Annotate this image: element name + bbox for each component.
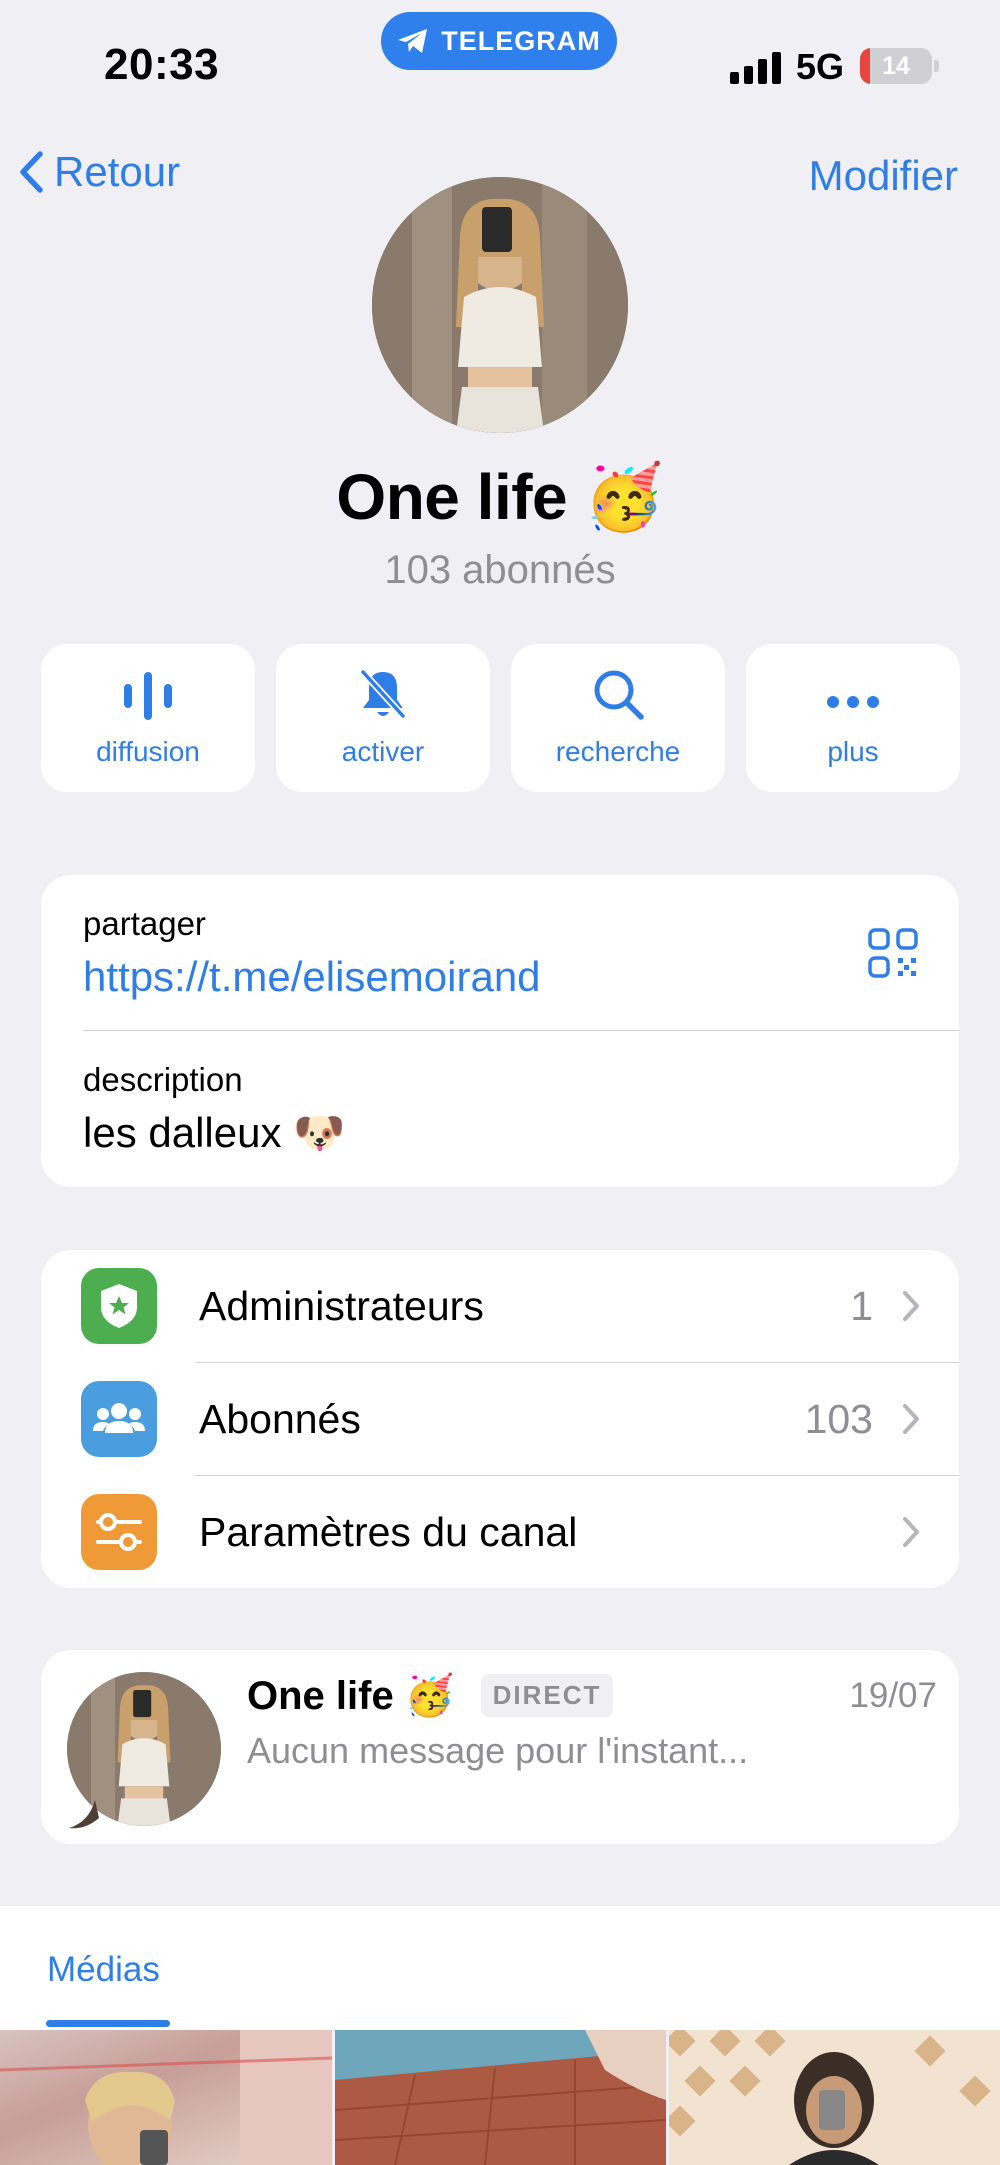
media-thumbnail[interactable] xyxy=(669,2030,1000,2165)
chat-title: One life 🥳 xyxy=(247,1674,455,1718)
more-button[interactable]: plus xyxy=(746,644,960,792)
chat-bubble-tail-icon xyxy=(69,1800,99,1829)
info-card: partager https://t.me/elisemoirand descr… xyxy=(41,875,959,1187)
status-time: 20:33 xyxy=(104,40,220,89)
chevron-right-icon xyxy=(903,1404,919,1434)
subscriber-count: 103 abonnés xyxy=(384,548,616,592)
admin-shield-icon xyxy=(81,1268,157,1344)
network-type: 5G xyxy=(796,46,845,87)
chevron-right-icon xyxy=(903,1291,919,1321)
direct-badge: DIRECT xyxy=(480,1674,614,1717)
sliders-icon xyxy=(81,1494,157,1570)
settings-row-subscribers[interactable]: Abonnés 103 xyxy=(41,1363,959,1475)
chat-preview: Aucun message pour l'instant... xyxy=(247,1730,749,1771)
settings-row-admins[interactable]: Administrateurs 1 xyxy=(41,1250,959,1362)
share-label: partager xyxy=(83,905,206,942)
settings-row-label: Paramètres du canal xyxy=(199,1508,578,1555)
unmute-button[interactable]: activer xyxy=(276,644,490,792)
battery-tip xyxy=(934,60,939,72)
battery-level: 14 xyxy=(882,51,910,80)
broadcast-icon xyxy=(124,672,172,720)
qr-code-button[interactable] xyxy=(867,927,919,984)
settings-row-value: 103 xyxy=(804,1395,873,1442)
settings-row-label: Administrateurs xyxy=(199,1282,484,1329)
channel-avatar[interactable] xyxy=(372,177,628,433)
signal-strength-icon xyxy=(730,50,782,84)
settings-row-channel-settings[interactable]: Paramètres du canal xyxy=(41,1476,959,1588)
chevron-right-icon xyxy=(903,1517,919,1547)
qr-code-icon xyxy=(868,928,918,978)
search-icon xyxy=(594,670,644,720)
broadcast-label: diffusion xyxy=(96,736,200,767)
search-label: recherche xyxy=(555,736,681,767)
more-icon xyxy=(827,696,879,708)
direct-chat-card[interactable]: One life 🥳 DIRECT 19/07 Aucun message po… xyxy=(41,1650,959,1844)
media-tab-bar: Médias xyxy=(0,1906,1000,2030)
tab-underline xyxy=(46,2020,170,2027)
battery-icon: 14 xyxy=(860,48,932,84)
media-thumbnail[interactable] xyxy=(335,2030,666,2165)
broadcast-button[interactable]: diffusion xyxy=(41,644,255,792)
share-link[interactable]: https://t.me/elisemoirand xyxy=(83,953,541,1001)
people-icon xyxy=(81,1381,157,1457)
media-thumbnail[interactable] xyxy=(0,2030,332,2165)
bell-muted-icon xyxy=(360,669,406,719)
description-text: les dalleux 🐶 xyxy=(83,1109,346,1156)
settings-row-label: Abonnés xyxy=(199,1395,361,1442)
telegram-pill-label: TELEGRAM xyxy=(441,25,601,56)
settings-row-value: 1 xyxy=(850,1282,873,1329)
chat-date: 19/07 xyxy=(849,1676,937,1715)
avatar-photo xyxy=(372,177,628,433)
telegram-plane-icon xyxy=(398,29,428,53)
unmute-label: activer xyxy=(341,736,425,767)
search-button[interactable]: recherche xyxy=(511,644,725,792)
back-button[interactable]: Retour xyxy=(18,148,180,196)
chevron-left-icon xyxy=(20,151,43,193)
tab-media[interactable]: Médias xyxy=(47,1950,160,1990)
edit-button[interactable]: Modifier xyxy=(809,152,958,200)
back-label: Retour xyxy=(54,148,181,195)
more-label: plus xyxy=(827,736,879,767)
chat-title-row: One life 🥳 DIRECT xyxy=(247,1672,614,1719)
settings-card: Administrateurs 1 Abonnés 103 Paramètres… xyxy=(41,1250,959,1588)
description-label: description xyxy=(83,1061,243,1098)
info-divider xyxy=(83,1030,959,1031)
channel-name: One life 🥳 xyxy=(336,461,664,533)
telegram-return-pill[interactable]: TELEGRAM xyxy=(381,12,617,70)
